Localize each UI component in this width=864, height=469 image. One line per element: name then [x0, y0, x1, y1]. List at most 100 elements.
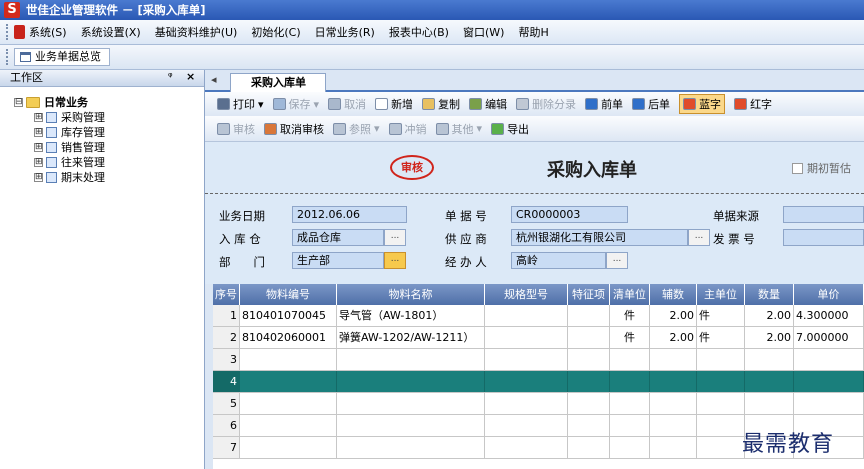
business-date-field[interactable]: 2012.06.06 [292, 206, 407, 223]
table-cell[interactable]: 件 [610, 305, 650, 326]
column-header[interactable]: 数量 [745, 284, 794, 305]
table-cell[interactable] [337, 415, 485, 436]
column-header[interactable]: 物料名称 [337, 284, 485, 305]
collapse-icon[interactable]: ⊟ [14, 97, 23, 107]
table-cell[interactable]: 2.00 [650, 305, 697, 326]
tree-node-period-end[interactable]: ⊞ 期末处理 [34, 169, 105, 185]
table-cell[interactable] [610, 349, 650, 370]
toolbar-grip[interactable] [6, 24, 9, 40]
reverse-button[interactable]: 冲销 [388, 121, 427, 137]
close-icon[interactable]: × [186, 70, 195, 83]
other-button[interactable]: 其他 ▾ [435, 121, 483, 137]
next-button[interactable]: 后单 [632, 96, 670, 112]
department-browse-button[interactable]: ... [384, 252, 406, 269]
approve-button[interactable]: 审核 [217, 121, 255, 137]
table-cell[interactable] [650, 349, 697, 370]
table-cell[interactable]: 4 [213, 371, 240, 392]
table-cell[interactable] [745, 371, 794, 392]
toolbar-grip[interactable] [6, 49, 9, 65]
table-cell[interactable]: 810401070045 [240, 305, 337, 326]
tree-node-daily-business[interactable]: ⊟ 日常业务 [14, 94, 88, 110]
table-cell[interactable] [337, 437, 485, 458]
table-cell[interactable] [240, 349, 337, 370]
initial-suspend-checkbox[interactable]: 期初暂估 [792, 160, 851, 176]
print-button[interactable]: 打印 ▾ [217, 96, 264, 112]
blue-button[interactable]: 蓝字 [679, 94, 726, 114]
table-row[interactable]: 4 [213, 371, 864, 393]
table-row[interactable]: 1 810401070045 导气管（AW-1801）件 2.00 件 2.00 4.300… [213, 305, 864, 327]
doc-no-field[interactable]: CR0000003 [511, 206, 628, 223]
table-cell[interactable] [240, 393, 337, 414]
export-button[interactable]: 导出 [491, 121, 529, 137]
menu-system-settings[interactable]: 系统设置(X) [81, 24, 141, 40]
menu-daily-business[interactable]: 日常业务(R) [315, 24, 375, 40]
table-cell[interactable] [610, 437, 650, 458]
table-cell[interactable] [650, 415, 697, 436]
table-cell[interactable] [650, 371, 697, 392]
column-header[interactable]: 单价 [794, 284, 864, 305]
table-cell[interactable]: 弹簧AW-1202/AW-1211） [337, 327, 485, 348]
tree-node-inventory[interactable]: ⊞ 库存管理 [34, 124, 105, 140]
edit-button[interactable]: 编辑 [469, 96, 507, 112]
red-button[interactable]: 红字 [734, 96, 772, 112]
table-cell[interactable] [337, 371, 485, 392]
handler-browse-button[interactable]: ... [606, 252, 628, 269]
table-cell[interactable]: 导气管（AW-1801） [337, 305, 485, 326]
table-cell[interactable] [485, 393, 568, 414]
column-header[interactable]: 辅数 [650, 284, 697, 305]
expand-icon[interactable]: ⊞ [34, 127, 43, 137]
table-cell[interactable] [610, 371, 650, 392]
table-cell[interactable] [485, 371, 568, 392]
table-cell[interactable] [337, 349, 485, 370]
table-cell[interactable] [568, 437, 610, 458]
expand-icon[interactable]: ⊞ [34, 112, 43, 122]
table-cell[interactable] [485, 305, 568, 326]
reference-button[interactable]: 参照 ▾ [333, 121, 380, 137]
tab-document-overview[interactable]: 业务单据总览 [14, 48, 110, 66]
table-cell[interactable] [697, 437, 745, 458]
menu-basic-data[interactable]: 基础资料维护(U) [155, 24, 238, 40]
save-button[interactable]: 保存 ▾ [272, 96, 320, 112]
invoice-no-field[interactable] [783, 229, 864, 246]
tree-node-purchase[interactable]: ⊞ 采购管理 [34, 109, 105, 125]
expand-icon[interactable]: ⊞ [34, 157, 43, 167]
supplier-browse-button[interactable]: ... [688, 229, 710, 246]
checkbox-icon[interactable] [792, 162, 803, 174]
table-cell[interactable] [485, 349, 568, 370]
table-cell[interactable] [697, 415, 745, 436]
table-cell[interactable]: 2.00 [650, 327, 697, 348]
dropdown-arrow-icon[interactable]: ▾ [258, 98, 264, 111]
table-cell[interactable]: 件 [610, 327, 650, 348]
table-cell[interactable] [568, 415, 610, 436]
table-cell[interactable] [485, 415, 568, 436]
dropdown-arrow-icon[interactable]: ▾ [314, 98, 320, 111]
table-cell[interactable] [568, 393, 610, 414]
pin-icon[interactable]: ᵠ [168, 70, 173, 83]
table-cell[interactable] [485, 327, 568, 348]
table-cell[interactable]: 810402060001 [240, 327, 337, 348]
expand-icon[interactable]: ⊞ [34, 142, 43, 152]
table-cell[interactable] [794, 349, 864, 370]
dropdown-arrow-icon[interactable]: ▾ [477, 122, 483, 135]
menu-system[interactable]: 系统(S) [29, 24, 67, 40]
table-row[interactable]: 2 810402060001 弹簧AW-1202/AW-1211）件 2.00 件 2.0… [213, 327, 864, 349]
table-cell[interactable]: 件 [697, 305, 745, 326]
table-cell[interactable]: 5 [213, 393, 240, 414]
copy-button[interactable]: 复制 [422, 96, 460, 112]
tab-purchase-receipt[interactable]: 采购入库单 [230, 73, 326, 92]
table-cell[interactable] [240, 371, 337, 392]
table-cell[interactable]: 6 [213, 415, 240, 436]
table-cell[interactable]: 1 [213, 305, 240, 326]
table-cell[interactable] [650, 437, 697, 458]
column-header[interactable]: 规格型号 [485, 284, 568, 305]
scroll-left-icon[interactable]: ◂ [211, 73, 217, 86]
column-header[interactable]: 主单位 [697, 284, 745, 305]
table-cell[interactable] [697, 393, 745, 414]
handler-field[interactable]: 高岭 [511, 252, 606, 269]
previous-button[interactable]: 前单 [585, 96, 623, 112]
table-cell[interactable] [568, 305, 610, 326]
table-cell[interactable] [794, 371, 864, 392]
table-cell[interactable] [794, 393, 864, 414]
table-cell[interactable] [337, 393, 485, 414]
table-cell[interactable]: 7.000000 [794, 327, 864, 348]
